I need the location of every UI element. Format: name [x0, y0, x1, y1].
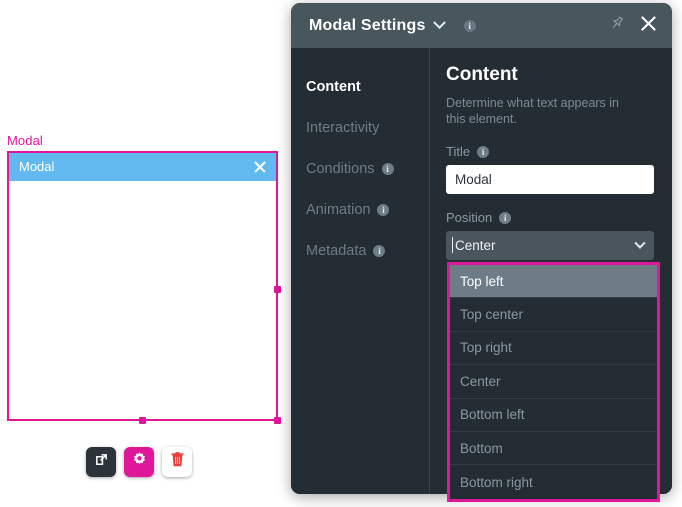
position-field-label: Position i: [446, 210, 654, 225]
external-link-icon: [94, 452, 109, 472]
element-name-label: Modal: [7, 133, 43, 149]
info-icon[interactable]: i: [373, 245, 385, 257]
panel-title: Modal Settings: [309, 17, 426, 35]
delete-button[interactable]: [162, 447, 192, 477]
info-icon[interactable]: i: [499, 212, 511, 224]
nav-item-animation[interactable]: Animation i: [305, 189, 429, 230]
dropdown-option[interactable]: Bottom left: [450, 399, 657, 432]
nav-item-conditions[interactable]: Conditions i: [305, 148, 429, 189]
nav-item-label: Interactivity: [306, 120, 379, 136]
dropdown-option-label: Top right: [460, 340, 512, 355]
trash-icon: [170, 452, 185, 473]
dropdown-option[interactable]: Bottom right: [450, 465, 657, 498]
nav-item-metadata[interactable]: Metadata i: [305, 230, 429, 271]
dropdown-option-label: Bottom left: [460, 407, 525, 422]
close-icon[interactable]: [639, 14, 658, 38]
chevron-down-icon[interactable]: [433, 16, 446, 29]
resize-handle-bottom[interactable]: [139, 417, 146, 424]
nav-item-label: Conditions: [306, 161, 375, 177]
dropdown-option[interactable]: Top center: [450, 298, 657, 331]
design-canvas: Modal Modal: [0, 0, 292, 507]
pin-icon[interactable]: [609, 15, 625, 36]
nav-item-content[interactable]: Content: [305, 66, 429, 107]
modal-title-text: Modal: [19, 153, 54, 181]
dropdown-option[interactable]: Bottom: [450, 432, 657, 465]
content-heading: Content: [446, 64, 654, 86]
panel-header: Modal Settings i: [291, 3, 672, 48]
modal-element[interactable]: Modal: [7, 151, 278, 421]
position-label-text: Position: [446, 210, 492, 225]
resize-handle-right[interactable]: [274, 286, 281, 293]
position-select-value: Center: [455, 238, 496, 253]
dropdown-option-label: Bottom: [460, 441, 503, 456]
modal-body: [9, 181, 276, 419]
info-icon[interactable]: i: [477, 146, 489, 158]
dropdown-option[interactable]: Top right: [450, 332, 657, 365]
dropdown-option-label: Top center: [460, 307, 523, 322]
info-icon[interactable]: i: [382, 163, 394, 175]
close-x-icon[interactable]: [252, 159, 268, 175]
title-field-label: Title i: [446, 144, 654, 159]
info-icon[interactable]: i: [377, 204, 389, 216]
resize-handle-bottom-right[interactable]: [274, 417, 281, 424]
content-description: Determine what text appears in this elem…: [446, 95, 641, 127]
gear-icon: [131, 451, 148, 473]
element-toolbar: [86, 447, 192, 477]
modal-titlebar: Modal: [9, 153, 276, 181]
position-dropdown-list: Top left Top center Top right Center Bot…: [447, 262, 660, 502]
dropdown-option-label: Bottom right: [460, 475, 533, 490]
settings-button[interactable]: [124, 447, 154, 477]
nav-item-label: Content: [306, 79, 361, 95]
info-icon[interactable]: i: [464, 20, 476, 32]
nav-item-label: Animation: [306, 202, 370, 218]
preview-button[interactable]: [86, 447, 116, 477]
panel-nav: Content Interactivity Conditions i Anima…: [291, 48, 430, 494]
title-label-text: Title: [446, 144, 470, 159]
position-select[interactable]: Center: [446, 231, 654, 260]
chevron-down-icon: [634, 237, 645, 248]
dropdown-option[interactable]: Top left: [450, 265, 657, 298]
nav-item-label: Metadata: [306, 243, 366, 259]
dropdown-option[interactable]: Center: [450, 365, 657, 398]
dropdown-option-label: Top left: [460, 274, 504, 289]
nav-item-interactivity[interactable]: Interactivity: [305, 107, 429, 148]
dropdown-option-label: Center: [460, 374, 501, 389]
app-root: Modal Modal: [0, 0, 682, 507]
title-input[interactable]: [446, 165, 654, 194]
